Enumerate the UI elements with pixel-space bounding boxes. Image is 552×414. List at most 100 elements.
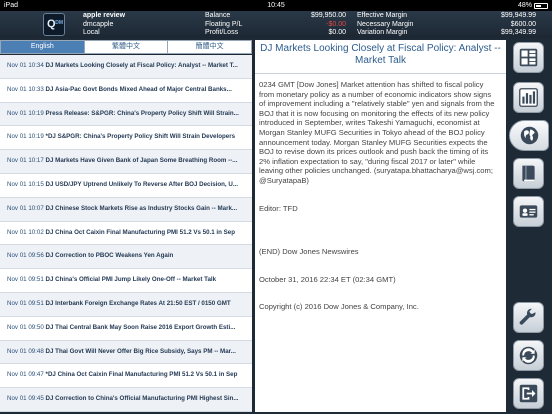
news-headline: DJ Correction to China's Official Manufa… xyxy=(45,395,239,403)
summary-labels-2: Effective Margin Necessary Margin Variat… xyxy=(357,12,413,38)
news-timestamp: Nov 01 09:45 xyxy=(7,395,44,403)
news-headline: DJ Asia-Pac Govt Bonds Mixed Ahead of Ma… xyxy=(45,85,232,93)
news-headline: *DJ China Oct Caixin Final Manufacturing… xyxy=(45,371,238,379)
news-row[interactable]: Nov 01 10:33 DJ Asia-Pac Govt Bonds Mixe… xyxy=(0,79,252,103)
news-row[interactable]: Nov 01 10:17 DJ Markets Have Given Bank … xyxy=(0,150,252,174)
news-timestamp: Nov 01 10:33 xyxy=(7,85,44,93)
news-headline: Press Release: S&PGR: China's Property P… xyxy=(45,109,239,117)
news-timestamp: Nov 01 10:19 xyxy=(7,133,44,141)
account-button[interactable] xyxy=(513,196,544,227)
news-row[interactable]: Nov 01 10:07 DJ Chinese Stock Markets Ri… xyxy=(0,197,252,222)
effective-margin-label: Effective Margin xyxy=(357,12,408,19)
id-card-icon xyxy=(519,205,538,218)
news-headline: DJ Interbank Foreign Exchange Rates At 2… xyxy=(45,299,231,307)
news-row[interactable]: Nov 01 10:19 *DJ S&PGR: China's Property… xyxy=(0,126,252,151)
floating-pl-label: Floating P/L xyxy=(205,20,243,28)
app-logo: Q DM xyxy=(43,13,65,36)
article-text: 0234 GMT [Dow Jones] Market attention ha… xyxy=(259,80,495,185)
profit-loss-value: $0.00 xyxy=(328,29,346,36)
necessary-margin-label: Necessary Margin xyxy=(357,20,414,28)
tab-simplified-chinese[interactable]: 簡體中文 xyxy=(168,41,251,53)
article-editor: Editor: TFD xyxy=(259,203,298,213)
news-timestamp: Nov 01 10:07 xyxy=(7,204,44,212)
news-headline: DJ Markets Looking Closely at Fiscal Pol… xyxy=(45,62,238,69)
summary-labels-1: Balance Floating P/L Profit/Loss xyxy=(205,12,242,38)
balance-label: Balance xyxy=(205,12,231,19)
article-pane: DJ Markets Looking Closely at Fiscal Pol… xyxy=(255,40,506,412)
tab-traditional-chinese[interactable]: 繁體中文 xyxy=(85,41,169,53)
account-header: Q DM apple review dmcapple Local Balance … xyxy=(0,11,552,38)
news-timestamp: Nov 01 09:51 xyxy=(7,276,44,284)
news-timestamp: Nov 01 10:15 xyxy=(7,180,44,188)
battery-indicator: 48% xyxy=(518,0,548,11)
status-bar: iPad 10:45 48% xyxy=(0,0,552,11)
news-headline: DJ Thai Govt Will Never Offer Big Rice S… xyxy=(45,347,236,355)
account-info: apple review dmcapple Local xyxy=(83,12,125,38)
news-row[interactable]: Nov 01 10:34 DJ Markets Looking Closely … xyxy=(0,55,252,79)
refresh-button[interactable] xyxy=(513,340,544,371)
news-row[interactable]: Nov 01 09:51 DJ China's Official PMI Jum… xyxy=(0,269,252,293)
orders-book-button[interactable] xyxy=(513,158,544,189)
bar-chart-icon xyxy=(519,88,538,107)
logout-button[interactable] xyxy=(513,378,544,409)
article-body: 0234 GMT [Dow Jones] Market attention ha… xyxy=(255,74,506,312)
news-row[interactable]: Nov 01 09:50 DJ Thai Central Bank May So… xyxy=(0,317,252,341)
news-headline: *DJ S&PGR: China's Property Policy Shift… xyxy=(45,133,236,141)
news-timestamp: Nov 01 10:34 xyxy=(7,62,44,69)
news-timestamp: Nov 01 09:51 xyxy=(7,299,44,307)
news-row[interactable]: Nov 01 10:02 DJ China Oct Caixin Final M… xyxy=(0,222,252,246)
right-toolbar xyxy=(508,40,552,414)
article-source: (END) Dow Jones Newswires xyxy=(259,247,359,257)
news-headline: DJ Thai Central Bank May Soon Raise 2016… xyxy=(45,323,236,331)
news-row[interactable]: Nov 01 09:51 DJ Interbank Foreign Exchan… xyxy=(0,292,252,317)
summary-values-2: $99,949.99 $600.00 $99,349.99 xyxy=(478,12,536,38)
account-name: apple review xyxy=(83,12,126,19)
news-row[interactable]: Nov 01 10:19 Press Release: S&PGR: China… xyxy=(0,102,252,127)
news-headline: DJ USD/JPY Uptrend Unlikely To Reverse A… xyxy=(45,180,238,188)
profit-loss-label: Profit/Loss xyxy=(205,29,239,36)
news-button[interactable] xyxy=(509,120,549,151)
chart-button[interactable] xyxy=(513,82,544,113)
news-row[interactable]: Nov 01 09:56 DJ Correction to PBOC Weake… xyxy=(0,245,252,270)
battery-icon xyxy=(534,2,548,9)
news-list[interactable]: Nov 01 10:34 DJ Markets Looking Closely … xyxy=(0,55,252,412)
effective-margin-value: $99,949.99 xyxy=(500,12,536,19)
balance-value: $99,950.00 xyxy=(310,12,346,19)
news-headline: DJ Chinese Stock Markets Rise as Industr… xyxy=(45,204,238,212)
exit-icon xyxy=(519,384,538,403)
news-timestamp: Nov 01 09:47 xyxy=(7,371,44,379)
news-row[interactable]: Nov 01 10:15 DJ USD/JPY Uptrend Unlikely… xyxy=(0,174,252,198)
news-headline: DJ Correction to PBOC Weakens Yen Again xyxy=(45,252,174,260)
news-timestamp: Nov 01 10:17 xyxy=(7,157,44,165)
news-headline: DJ Markets Have Given Bank of Japan Some… xyxy=(45,157,238,165)
news-timestamp: Nov 01 10:19 xyxy=(7,109,44,117)
news-headline: DJ China's Official PMI Jump Likely One-… xyxy=(45,276,217,284)
globe-icon xyxy=(520,126,538,145)
variation-margin-label: Variation Margin xyxy=(357,29,408,36)
battery-percent: 48% xyxy=(517,2,532,9)
quotes-grid-button[interactable] xyxy=(513,42,544,73)
refresh-icon xyxy=(519,346,538,365)
news-headline: DJ China Oct Caixin Final Manufacturing … xyxy=(45,228,235,236)
article-title: DJ Markets Looking Closely at Fiscal Pol… xyxy=(255,40,506,74)
summary-values-1: $99,950.00 -$0.00 $0.00 xyxy=(290,12,346,38)
language-tabs: English 繁體中文 簡體中文 xyxy=(0,40,252,54)
article-copyright: Copyright (c) 2016 Dow Jones & Company, … xyxy=(259,302,419,312)
news-timestamp: Nov 01 09:50 xyxy=(7,323,44,331)
news-row[interactable]: Nov 01 09:47 *DJ China Oct Caixin Final … xyxy=(0,364,252,389)
article-date: October 31, 2016 22:34 ET (02:34 GMT) xyxy=(259,274,396,284)
news-row[interactable]: Nov 01 09:48 DJ Thai Govt Will Never Off… xyxy=(0,340,252,365)
settings-button[interactable] xyxy=(513,302,544,333)
book-icon xyxy=(522,165,535,182)
wrench-icon xyxy=(519,308,536,325)
news-timestamp: Nov 01 10:02 xyxy=(7,228,44,236)
account-currency: Local xyxy=(83,29,100,36)
tab-english[interactable]: English xyxy=(1,41,85,53)
necessary-margin-value: $600.00 xyxy=(510,20,536,28)
clock: 10:45 xyxy=(267,2,285,9)
news-row[interactable]: Nov 01 09:45 DJ Correction to China's Of… xyxy=(0,388,252,412)
account-broker: dmcapple xyxy=(83,20,114,28)
floating-pl-value: -$0.00 xyxy=(326,20,346,28)
grid-icon xyxy=(519,48,538,67)
news-timestamp: Nov 01 09:48 xyxy=(7,347,44,355)
